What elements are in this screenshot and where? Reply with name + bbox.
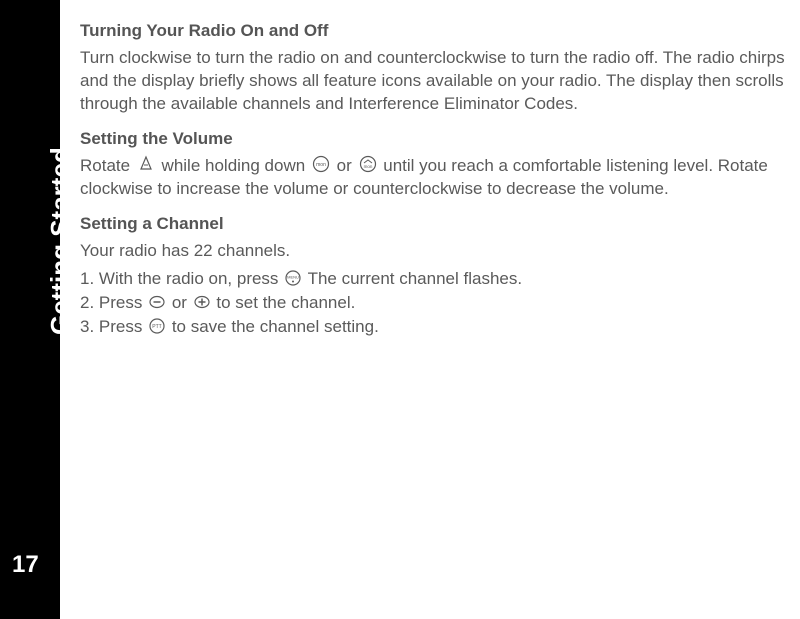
steps-list: 1. With the radio on, press MENU The cur… — [80, 268, 795, 339]
heading-setting-channel: Setting a Channel — [80, 213, 795, 236]
para-turning-on-off: Turn clockwise to turn the radio on and … — [80, 47, 795, 116]
svg-text:MENU: MENU — [287, 274, 299, 279]
text-segment: 3. Press — [80, 317, 142, 336]
section-title: Getting Started — [45, 147, 76, 335]
text-segment: The current channel flashes. — [308, 269, 523, 288]
step-1: 1. With the radio on, press MENU The cur… — [80, 268, 795, 291]
svg-text:mon: mon — [363, 164, 372, 169]
text-segment: 2. Press — [80, 293, 147, 312]
svg-text:PTT: PTT — [152, 324, 161, 330]
minus-button-icon — [149, 294, 165, 310]
text-segment: while holding down — [162, 156, 310, 175]
para-channel-intro: Your radio has 22 channels. — [80, 240, 795, 263]
para-setting-volume: Rotate while holding down mon or mon unt… — [80, 155, 795, 201]
text-segment: or — [337, 156, 357, 175]
mon-alt-button-icon: mon — [359, 155, 377, 173]
text-segment: Turn — [80, 48, 119, 67]
heading-turning-on-off: Turning Your Radio On and Off — [80, 20, 795, 43]
text-segment: to set the channel. — [216, 293, 355, 312]
step-2: 2. Press or to set the channel. — [80, 292, 795, 315]
text-segment: 1. With the radio on, press — [80, 269, 283, 288]
svg-text:mon: mon — [316, 162, 326, 168]
ptt-button-icon: PTT — [149, 318, 165, 334]
mon-button-icon: mon — [312, 155, 330, 173]
text-segment: Rotate — [80, 156, 135, 175]
plus-button-icon — [194, 294, 210, 310]
knob-icon — [137, 155, 155, 173]
page-content: Turning Your Radio On and Off Turn clock… — [80, 20, 795, 340]
step-3: 3. Press PTT to save the channel setting… — [80, 316, 795, 339]
menu-button-icon: MENU — [285, 270, 301, 286]
text-segment: to save the channel setting. — [172, 317, 379, 336]
text-segment: or — [172, 293, 192, 312]
heading-setting-volume: Setting the Volume — [80, 128, 795, 151]
sidebar: Getting Started 17 — [0, 0, 60, 619]
text-segment: clockwise to turn the radio on and count… — [80, 48, 785, 113]
page-number: 17 — [12, 551, 39, 579]
